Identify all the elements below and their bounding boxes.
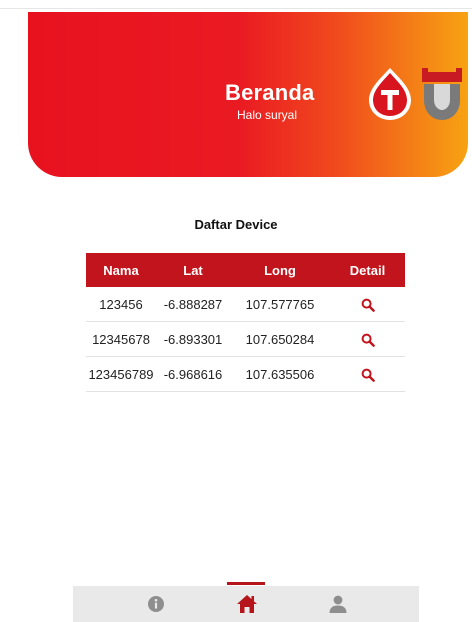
top-divider [0, 8, 472, 9]
table-row: 123456 -6.888287 107.577765 [86, 287, 405, 322]
info-icon [148, 596, 164, 612]
cell-nama: 12345678 [86, 321, 156, 357]
university-logo [422, 68, 462, 120]
device-list-title: Daftar Device [194, 217, 278, 232]
nav-item-profile[interactable] [313, 586, 363, 622]
page-title: Beranda [225, 80, 315, 105]
device-table: Nama Lat Long Detail 123456 -6.888287 10… [86, 253, 405, 392]
bottom-navigation [73, 586, 419, 622]
cell-detail [330, 287, 405, 322]
cell-lat: -6.968616 [156, 356, 230, 392]
cell-detail [330, 356, 405, 392]
detail-search-icon[interactable] [361, 298, 375, 312]
cell-long: 107.635506 [230, 356, 330, 392]
user-icon [329, 595, 347, 613]
cell-long: 107.650284 [230, 321, 330, 357]
table-row: 12345678 -6.893301 107.650284 [86, 321, 405, 357]
detail-search-icon[interactable] [361, 368, 375, 382]
table-row: 123456789 -6.968616 107.635506 [86, 356, 405, 392]
telkomsel-logo [369, 68, 411, 120]
column-header-nama: Nama [86, 253, 156, 287]
header-banner: Beranda Halo suryal [28, 12, 468, 177]
active-tab-indicator [227, 582, 265, 585]
table-header-row: Nama Lat Long Detail [86, 253, 405, 287]
cell-nama: 123456 [86, 287, 156, 322]
greeting-text: Halo suryal [237, 108, 298, 122]
cell-long: 107.577765 [230, 287, 330, 322]
nav-item-home[interactable] [222, 586, 272, 622]
nav-item-info[interactable] [131, 586, 181, 622]
cell-lat: -6.888287 [156, 287, 230, 322]
detail-search-icon[interactable] [361, 333, 375, 347]
cell-detail [330, 321, 405, 357]
column-header-long: Long [230, 253, 330, 287]
cell-lat: -6.893301 [156, 321, 230, 357]
home-icon [237, 595, 257, 613]
cell-nama: 123456789 [86, 356, 156, 392]
column-header-lat: Lat [156, 253, 230, 287]
column-header-detail: Detail [330, 253, 405, 287]
